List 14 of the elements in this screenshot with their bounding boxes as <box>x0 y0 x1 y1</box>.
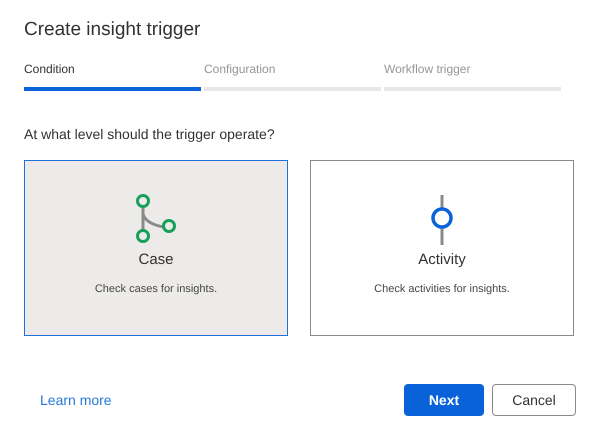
option-description: Check activities for insights. <box>374 282 510 296</box>
branch-icon <box>134 194 178 246</box>
option-title: Activity <box>418 250 466 270</box>
option-card[interactable]: Activity Check activities for insights. <box>310 160 574 336</box>
dialog-title: Create insight trigger <box>24 18 202 42</box>
option-description: Check cases for insights. <box>94 282 218 296</box>
learn-more-link[interactable]: Learn more <box>40 390 112 410</box>
next-button[interactable]: Next <box>404 384 484 416</box>
cancel-button[interactable]: Cancel <box>492 384 576 416</box>
timeline-node-icon <box>430 194 454 246</box>
question-text: At what level should the trigger operate? <box>24 125 276 143</box>
option-card[interactable]: Case Check cases for insights. <box>24 160 288 336</box>
option-title: Case <box>138 250 174 270</box>
step-tab[interactable]: Condition <box>24 61 201 91</box>
